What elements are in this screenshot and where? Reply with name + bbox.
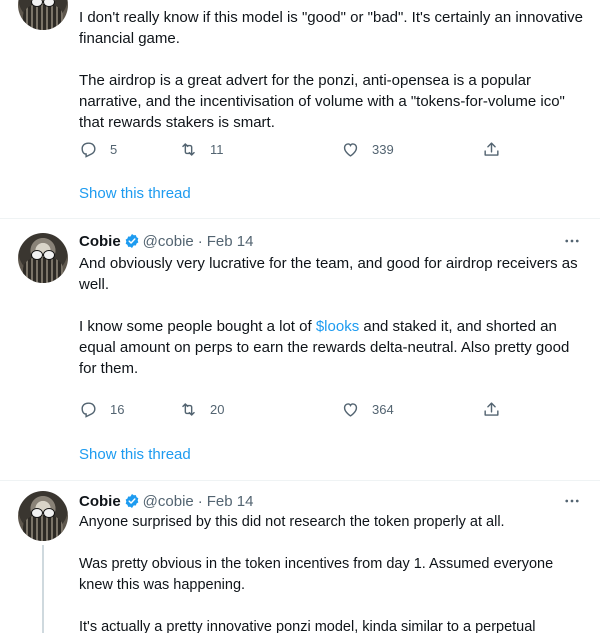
retweet-icon — [182, 142, 195, 156]
tweet-paragraph: I don't really know if this model is "go… — [79, 9, 583, 47]
tweet-paragraph: It's actually a pretty innovative ponzi … — [79, 619, 536, 633]
verified-badge-icon — [125, 494, 139, 508]
tweet-actions: 5 11 339 — [79, 139, 499, 159]
author-name[interactable]: Cobie — [79, 493, 121, 510]
retweet-count: 20 — [210, 401, 225, 417]
tweet[interactable]: Cobie @cobie · Feb 14 Anyone surprised b… — [0, 481, 600, 633]
tweet-text: Anyone surprised by this did not researc… — [79, 512, 584, 633]
share-icon — [484, 401, 499, 416]
more-options-button[interactable] — [563, 492, 581, 510]
text-segment: I know some people bought a lot of — [79, 318, 316, 335]
like-count: 364 — [372, 401, 394, 417]
more-options-button[interactable] — [563, 232, 581, 250]
reply-icon — [81, 141, 96, 158]
avatar[interactable] — [18, 0, 68, 30]
retweet-count: 11 — [210, 141, 224, 157]
show-thread-link[interactable]: Show this thread — [79, 446, 191, 463]
reply-icon — [81, 401, 96, 418]
tweet[interactable]: I don't really know if this model is "go… — [0, 0, 600, 218]
avatar[interactable] — [18, 233, 68, 283]
thread-connector-line — [42, 545, 44, 633]
author-name[interactable]: Cobie — [79, 233, 121, 250]
share-button[interactable] — [482, 399, 501, 419]
avatar-hair — [23, 257, 63, 283]
reply-button[interactable]: 16 — [79, 399, 124, 419]
share-button[interactable] — [482, 139, 501, 159]
tweet[interactable]: Cobie @cobie · Feb 14 And obviously very… — [0, 219, 600, 480]
tweet-header: Cobie @cobie · Feb 14 — [79, 231, 253, 251]
separator-dot: · — [197, 232, 203, 250]
tweet-date[interactable]: Feb 14 — [207, 233, 254, 250]
reply-button[interactable]: 5 — [79, 139, 117, 159]
more-icon — [565, 499, 579, 503]
heart-icon — [343, 142, 358, 157]
tweet-header: Cobie @cobie · Feb 14 — [79, 491, 253, 511]
tweet-paragraph: Anyone surprised by this did not researc… — [79, 514, 505, 530]
reply-count: 16 — [110, 401, 125, 417]
tweet-paragraph: Was pretty obvious in the token incentiv… — [79, 556, 554, 593]
avatar-glasses — [31, 0, 55, 7]
avatar[interactable] — [18, 491, 68, 541]
author-handle[interactable]: @cobie — [143, 493, 194, 510]
tweet-date[interactable]: Feb 14 — [207, 493, 254, 510]
reply-count: 5 — [110, 141, 118, 157]
avatar-glasses — [31, 508, 55, 518]
like-button[interactable]: 339 — [341, 139, 394, 159]
separator-dot: · — [197, 492, 203, 510]
more-icon — [565, 239, 579, 243]
share-icon — [484, 141, 499, 156]
verified-badge-icon — [125, 234, 139, 248]
heart-icon — [343, 402, 358, 417]
tweet-paragraph: I know some people bought a lot of $look… — [79, 316, 584, 379]
cashtag-link[interactable]: $looks — [316, 318, 359, 335]
retweet-button[interactable]: 20 — [179, 399, 224, 419]
tweet-paragraph: The airdrop is a great advert for the po… — [79, 72, 565, 131]
retweet-icon — [182, 402, 195, 416]
avatar-glasses — [31, 250, 55, 260]
author-handle[interactable]: @cobie — [143, 233, 194, 250]
tweet-actions: 16 20 364 — [79, 399, 499, 419]
avatar-hair — [23, 4, 63, 30]
like-button[interactable]: 364 — [341, 399, 394, 419]
avatar-hair — [23, 515, 63, 541]
tweet-paragraph: And obviously very lucrative for the tea… — [79, 255, 578, 293]
show-thread-link[interactable]: Show this thread — [79, 185, 191, 202]
retweet-button[interactable]: 11 — [179, 139, 224, 159]
tweet-text: I don't really know if this model is "go… — [79, 7, 584, 133]
like-count: 339 — [372, 141, 394, 157]
tweet-text: And obviously very lucrative for the tea… — [79, 253, 584, 379]
